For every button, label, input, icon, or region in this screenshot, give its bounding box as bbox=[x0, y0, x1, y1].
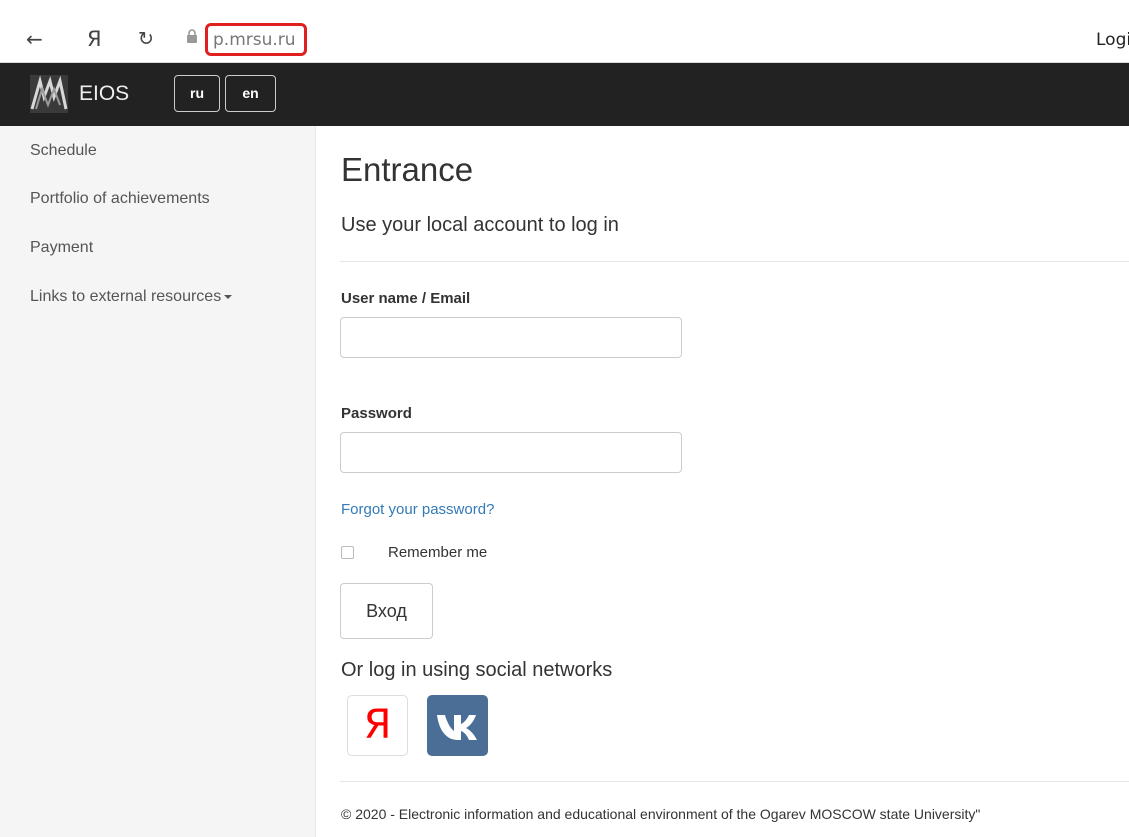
language-en-button[interactable]: en bbox=[225, 75, 276, 112]
footer-copyright: © 2020 - Electronic information and educ… bbox=[341, 806, 981, 822]
social-login-title: Or log in using social networks bbox=[341, 659, 613, 681]
username-label: User name / Email bbox=[341, 290, 471, 307]
reload-icon[interactable]: ↻ bbox=[138, 26, 154, 52]
language-ru-button[interactable]: ru bbox=[174, 75, 220, 112]
brand-title[interactable]: EIOS bbox=[79, 82, 129, 106]
page-subtitle: Use your local account to log in bbox=[341, 214, 619, 236]
divider bbox=[340, 261, 1129, 262]
vk-login-button[interactable] bbox=[427, 695, 488, 756]
address-bar[interactable]: p.mrsu.ru bbox=[213, 30, 296, 50]
main-content: Entrance Use your local account to log i… bbox=[316, 126, 1129, 837]
divider bbox=[340, 781, 1129, 782]
login-button[interactable]: Вход bbox=[340, 583, 433, 639]
lock-icon bbox=[187, 29, 197, 43]
yandex-icon: Я bbox=[363, 702, 392, 748]
sidebar-item-schedule[interactable]: Schedule bbox=[30, 142, 97, 160]
back-arrow-icon[interactable]: ← bbox=[26, 26, 43, 52]
university-logo-icon[interactable] bbox=[30, 75, 68, 113]
yandex-login-button[interactable]: Я bbox=[347, 695, 408, 756]
forgot-password-link[interactable]: Forgot your password? bbox=[341, 501, 494, 518]
browser-toolbar: ← Я ↻ p.mrsu.ru Logi bbox=[0, 0, 1129, 63]
username-input[interactable] bbox=[340, 317, 682, 358]
remember-me-label[interactable]: Remember me bbox=[388, 544, 487, 561]
top-navbar: EIOS ru en bbox=[0, 63, 1129, 126]
password-label: Password bbox=[341, 405, 412, 422]
password-input[interactable] bbox=[340, 432, 682, 473]
yandex-browser-icon[interactable]: Я bbox=[87, 26, 102, 52]
page-title: Entrance bbox=[341, 151, 474, 188]
caret-down-icon bbox=[224, 294, 233, 299]
login-tab-label[interactable]: Logi bbox=[1096, 30, 1129, 50]
sidebar-item-label: Links to external resources bbox=[30, 288, 222, 305]
vk-icon bbox=[437, 715, 477, 740]
sidebar: Schedule Portfolio of achievements Payme… bbox=[0, 126, 316, 837]
sidebar-item-portfolio[interactable]: Portfolio of achievements bbox=[30, 190, 210, 208]
remember-me-checkbox[interactable] bbox=[341, 546, 354, 559]
sidebar-item-external-links[interactable]: Links to external resources bbox=[30, 288, 233, 306]
sidebar-item-payment[interactable]: Payment bbox=[30, 239, 93, 257]
